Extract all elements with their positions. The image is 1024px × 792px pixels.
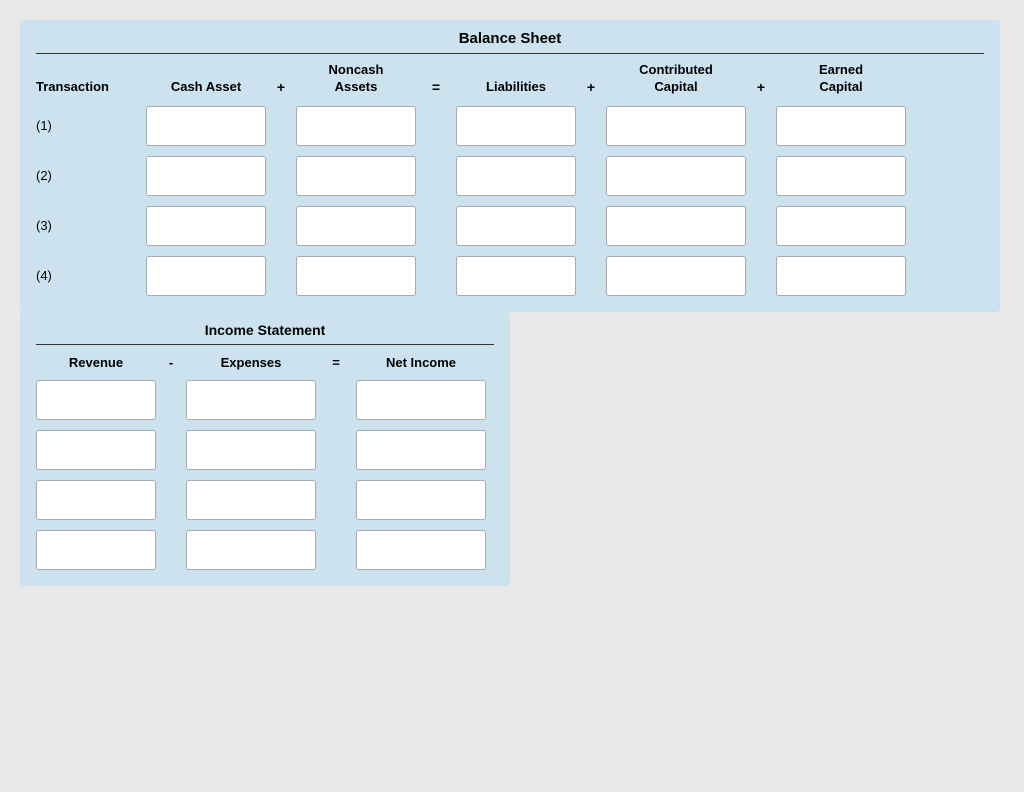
income-statement-title: Income Statement <box>36 322 494 345</box>
bs-row-2-label: (2) <box>36 168 146 183</box>
bs-row-2-cash-asset[interactable] <box>146 156 266 196</box>
bs-row-3-contributed[interactable] <box>606 206 746 246</box>
header-plus3: + <box>746 78 776 96</box>
header-net-income: Net Income <box>356 355 486 370</box>
bs-row-3-cash-asset[interactable] <box>146 206 266 246</box>
is-row-2-expenses[interactable] <box>186 430 316 470</box>
bs-row-2-noncash[interactable] <box>296 156 416 196</box>
bs-row-1: (1) <box>36 106 984 146</box>
income-statement-container: Income Statement Revenue - Expenses = Ne… <box>20 312 510 586</box>
is-header-row: Revenue - Expenses = Net Income <box>36 345 494 374</box>
header-minus: - <box>156 355 186 370</box>
bs-row-1-label: (1) <box>36 118 146 133</box>
bs-row-2-liabilities[interactable] <box>456 156 576 196</box>
header-noncash-assets: NoncashAssets <box>296 62 416 96</box>
is-row-2-revenue[interactable] <box>36 430 156 470</box>
header-cash-asset: Cash Asset <box>146 79 266 96</box>
bs-row-4-liabilities[interactable] <box>456 256 576 296</box>
header-equals: = <box>316 355 356 370</box>
bs-row-2-earned[interactable] <box>776 156 906 196</box>
header-plus1: + <box>266 78 296 96</box>
bs-row-1-cash-asset[interactable] <box>146 106 266 146</box>
is-row-2-net-income[interactable] <box>356 430 486 470</box>
header-liabilities: Liabilities <box>456 79 576 96</box>
header-expenses: Expenses <box>186 355 316 370</box>
is-row-4-revenue[interactable] <box>36 530 156 570</box>
is-row-3-revenue[interactable] <box>36 480 156 520</box>
is-row-1 <box>36 380 494 420</box>
bs-row-3-earned[interactable] <box>776 206 906 246</box>
is-row-3-expenses[interactable] <box>186 480 316 520</box>
bs-row-2: (2) <box>36 156 984 196</box>
bs-row-4-contributed[interactable] <box>606 256 746 296</box>
header-transaction: Transaction <box>36 79 146 96</box>
bs-row-4-noncash[interactable] <box>296 256 416 296</box>
bs-row-4-cash-asset[interactable] <box>146 256 266 296</box>
is-row-4-net-income[interactable] <box>356 530 486 570</box>
bs-row-1-contributed[interactable] <box>606 106 746 146</box>
header-earned-capital: EarnedCapital <box>776 62 906 96</box>
header-revenue: Revenue <box>36 355 156 370</box>
bs-row-3-label: (3) <box>36 218 146 233</box>
is-row-3-net-income[interactable] <box>356 480 486 520</box>
bs-row-3-noncash[interactable] <box>296 206 416 246</box>
header-plus2: + <box>576 78 606 96</box>
bs-data-rows: (1) (2) (3) <box>36 106 984 296</box>
bs-row-1-liabilities[interactable] <box>456 106 576 146</box>
is-row-4-expenses[interactable] <box>186 530 316 570</box>
is-row-1-revenue[interactable] <box>36 380 156 420</box>
is-row-4 <box>36 530 494 570</box>
bs-row-4: (4) <box>36 256 984 296</box>
balance-sheet-title: Balance Sheet <box>36 30 984 54</box>
header-contributed-capital: ContributedCapital <box>606 62 746 96</box>
bs-row-1-earned[interactable] <box>776 106 906 146</box>
balance-sheet-container: Balance Sheet Transaction Cash Asset + N… <box>20 20 1000 312</box>
is-row-2 <box>36 430 494 470</box>
bs-header-row: Transaction Cash Asset + NoncashAssets =… <box>36 54 984 100</box>
bs-row-2-contributed[interactable] <box>606 156 746 196</box>
header-equals1: = <box>416 78 456 96</box>
bs-row-4-earned[interactable] <box>776 256 906 296</box>
is-data-rows <box>36 380 494 570</box>
is-row-1-net-income[interactable] <box>356 380 486 420</box>
bs-row-1-noncash[interactable] <box>296 106 416 146</box>
bs-row-4-label: (4) <box>36 268 146 283</box>
bs-row-3: (3) <box>36 206 984 246</box>
is-row-1-expenses[interactable] <box>186 380 316 420</box>
is-row-3 <box>36 480 494 520</box>
bs-row-3-liabilities[interactable] <box>456 206 576 246</box>
